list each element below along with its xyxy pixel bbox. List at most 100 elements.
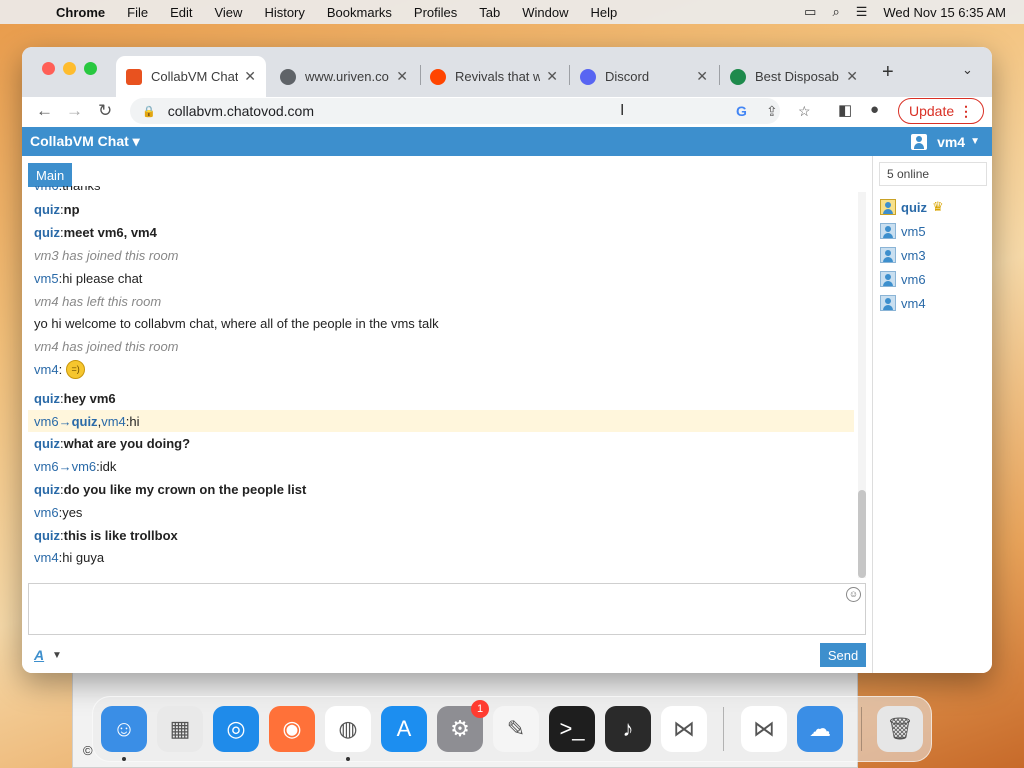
- close-tab-icon[interactable]: ✕: [396, 68, 408, 85]
- dock-textedit-icon[interactable]: ✎: [493, 706, 539, 752]
- message-author[interactable]: quiz: [34, 528, 60, 543]
- user-name[interactable]: vm5: [901, 224, 926, 239]
- bookmark-star-icon[interactable]: ☆: [798, 103, 811, 120]
- menu-tab[interactable]: Tab: [479, 5, 500, 20]
- message-input[interactable]: ☺: [28, 583, 866, 635]
- dock-safari-icon[interactable]: ◎: [213, 706, 259, 752]
- message-author[interactable]: quiz: [34, 391, 60, 406]
- close-window-button[interactable]: [42, 62, 55, 75]
- close-tab-icon[interactable]: ✕: [546, 68, 558, 85]
- menu-file[interactable]: File: [127, 5, 148, 20]
- more-menu-icon[interactable]: ⋮: [959, 103, 973, 120]
- app-brand-menu[interactable]: CollabVM Chat ▾: [30, 133, 140, 150]
- spotlight-search-icon[interactable]: ⌕: [832, 4, 839, 20]
- close-tab-icon[interactable]: ✕: [244, 68, 256, 85]
- message-author[interactable]: quiz: [34, 202, 60, 217]
- message-author[interactable]: vm6: [34, 505, 59, 520]
- dock-garageband-icon[interactable]: ♪: [605, 706, 651, 752]
- text-format-button[interactable]: A: [34, 647, 44, 663]
- site-favicon-icon: [730, 68, 746, 85]
- dock-app-store-icon[interactable]: A: [381, 706, 427, 752]
- dock-finder-icon[interactable]: ☺: [101, 706, 147, 752]
- menu-view[interactable]: View: [214, 5, 242, 20]
- dock-trash-icon[interactable]: 🗑: [877, 706, 923, 752]
- minimize-window-button[interactable]: [63, 62, 76, 75]
- emoji-picker-icon[interactable]: ☺: [846, 587, 861, 602]
- lock-icon[interactable]: 🔒: [142, 105, 156, 118]
- screen-mirroring-icon[interactable]: ▭: [804, 4, 816, 20]
- user-name[interactable]: vm6: [901, 272, 926, 287]
- send-button[interactable]: Send: [820, 643, 866, 667]
- user-list-item[interactable]: vm5: [880, 221, 926, 241]
- browser-window: CollabVM Chat ✕ www.uriven.co ✕ Revivals…: [22, 47, 992, 673]
- back-button[interactable]: ←: [36, 101, 53, 121]
- control-center-icon[interactable]: ☰: [856, 4, 868, 20]
- menu-window[interactable]: Window: [522, 5, 568, 20]
- dock-visual-studio-icon[interactable]: ⋈: [741, 706, 787, 752]
- menu-edit[interactable]: Edit: [170, 5, 192, 20]
- dock-weather-icon[interactable]: ☁: [797, 706, 843, 752]
- menu-clock[interactable]: Wed Nov 15 6:35 AM: [883, 5, 1006, 20]
- chat-message: quiz: hey vm6: [28, 387, 854, 409]
- chat-message: quiz: what are you doing?: [28, 432, 854, 454]
- url-text[interactable]: collabvm.chatovod.com: [168, 103, 314, 119]
- menu-app-chrome[interactable]: Chrome: [56, 5, 105, 20]
- profile-avatar-icon[interactable]: ●: [870, 101, 879, 118]
- menu-profiles[interactable]: Profiles: [414, 5, 457, 20]
- side-panel-icon[interactable]: ◧: [838, 101, 852, 119]
- close-tab-icon[interactable]: ✕: [696, 68, 708, 85]
- user-name[interactable]: quiz: [901, 200, 927, 215]
- message-author[interactable]: vm4: [34, 362, 59, 377]
- message-recipient[interactable]: vm6: [72, 459, 97, 474]
- dock-visual-studio-code-icon[interactable]: ⋈: [661, 706, 707, 752]
- message-author[interactable]: vm6: [34, 459, 59, 474]
- dock-launchpad-icon[interactable]: ▦: [157, 706, 203, 752]
- user-list-item[interactable]: vm4: [880, 293, 926, 313]
- dock-separator: [723, 707, 724, 751]
- message-author[interactable]: vm4: [34, 550, 59, 565]
- forward-button[interactable]: →: [66, 101, 83, 121]
- new-tab-button[interactable]: +: [882, 61, 894, 84]
- dock-firefox-icon[interactable]: ◉: [269, 706, 315, 752]
- tab-revivals-reddit[interactable]: Revivals that w ✕: [420, 56, 568, 97]
- menu-help[interactable]: Help: [591, 5, 618, 20]
- user-list-item[interactable]: vm6: [880, 269, 926, 289]
- message-text: idk: [99, 458, 117, 474]
- address-bar[interactable]: 🔒 collabvm.chatovod.com: [130, 98, 780, 124]
- tab-best-disposable[interactable]: Best Disposab ✕: [720, 56, 868, 97]
- chat-message: vm6: thanks: [28, 186, 854, 196]
- tab-search-chevron-icon[interactable]: ⌄: [962, 62, 973, 78]
- current-user-menu[interactable]: vm4 ▼: [911, 133, 980, 150]
- user-name[interactable]: vm3: [901, 248, 926, 263]
- room-tab-main[interactable]: Main: [28, 163, 73, 187]
- text-cursor-icon: I: [620, 102, 625, 119]
- close-tab-icon[interactable]: ✕: [846, 68, 858, 85]
- share-icon[interactable]: ⇪: [766, 103, 778, 120]
- dock-terminal-icon[interactable]: >_: [549, 706, 595, 752]
- scrollbar-thumb[interactable]: [858, 490, 866, 578]
- chevron-down-icon[interactable]: ▼: [52, 650, 62, 661]
- reload-button[interactable]: ↻: [98, 101, 112, 121]
- update-button[interactable]: Update ⋮: [898, 98, 984, 124]
- message-author[interactable]: quiz: [34, 482, 60, 497]
- message-author[interactable]: vm6: [34, 186, 59, 193]
- message-author[interactable]: vm6: [34, 414, 59, 429]
- tab-uriven[interactable]: www.uriven.co ✕: [270, 56, 418, 97]
- message-text: what are you doing?: [63, 435, 191, 451]
- message-author[interactable]: quiz: [34, 436, 60, 451]
- tab-title: CollabVM Chat: [151, 69, 239, 84]
- message-recipient[interactable]: vm4: [101, 414, 126, 429]
- tab-collabvm-chat[interactable]: CollabVM Chat ✕: [116, 56, 266, 97]
- message-recipient[interactable]: quiz: [72, 414, 98, 429]
- menu-bookmarks[interactable]: Bookmarks: [327, 5, 392, 20]
- google-lens-icon[interactable]: G: [736, 103, 747, 119]
- message-author[interactable]: vm5: [34, 271, 59, 286]
- zoom-window-button[interactable]: [84, 62, 97, 75]
- tab-discord[interactable]: Discord ✕: [570, 56, 718, 97]
- menu-history[interactable]: History: [264, 5, 304, 20]
- user-list-item[interactable]: vm3: [880, 245, 926, 265]
- message-author[interactable]: quiz: [34, 225, 60, 240]
- dock-chrome-icon[interactable]: ◍: [325, 706, 371, 752]
- user-name[interactable]: vm4: [901, 296, 926, 311]
- user-list-item[interactable]: quiz ♛: [880, 197, 944, 217]
